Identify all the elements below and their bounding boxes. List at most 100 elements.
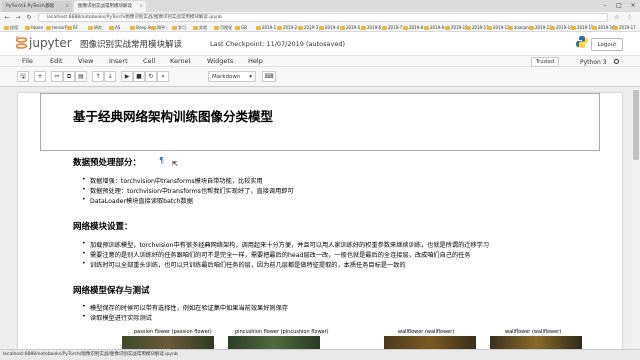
restart-icon[interactable]: ↻ <box>145 71 157 82</box>
add-cell-icon[interactable]: + <box>34 71 46 82</box>
folder-icon <box>256 26 261 30</box>
bookmark-item[interactable]: 2019-6 <box>361 24 381 31</box>
folder-icon <box>466 26 471 30</box>
menu-insert[interactable]: Insert <box>109 57 128 65</box>
status-bar: localhost:8888/notebooks/PyTorch/图像识别实战/… <box>0 349 640 360</box>
cell-type-select[interactable]: Markdown ▾ <box>208 71 256 82</box>
folder-icon <box>193 26 198 30</box>
logout-button[interactable]: Logout <box>591 38 623 51</box>
copy-icon[interactable]: ⧉ <box>63 71 75 82</box>
folder-icon <box>613 26 618 30</box>
bookmark-item[interactable]: hbase <box>25 24 43 31</box>
bookmark-item[interactable]: 2019-8 <box>403 24 423 31</box>
fast-forward-icon[interactable]: » <box>157 71 169 82</box>
flower-image <box>122 336 214 350</box>
python-logo-icon <box>576 36 588 48</box>
bookmark-item[interactable]: 2019-2 <box>277 24 297 31</box>
bookmark-item[interactable]: 2019-3 <box>298 24 318 31</box>
browser-tab-2[interactable]: 图像识别实战常用模块解读 × <box>74 1 146 12</box>
bookmark-item[interactable]: tensorFl <box>46 24 68 31</box>
section-heading: 网络模块设置： <box>73 222 133 232</box>
run-icon[interactable]: ▶ <box>121 71 133 82</box>
image-caption: passion flower (passion flower) <box>134 329 212 335</box>
stop-icon[interactable]: ■ <box>133 71 145 82</box>
bookmark-item[interactable]: 2019-4 <box>319 24 339 31</box>
bookmark-item[interactable]: 2019-15 <box>571 24 594 31</box>
menu-cell[interactable]: Cell <box>143 57 155 65</box>
url-input[interactable]: localhost:8888/notebooks/PyTorch/图像识别实战/… <box>38 13 608 22</box>
list-item: 训练时可以全部重头训练，也可以只训练最后咱们任务的层，因为前几层都是做特征提取的… <box>82 260 406 269</box>
menu-widgets[interactable]: Widgets <box>207 57 233 65</box>
anchor-link[interactable]: ¶ <box>159 156 164 165</box>
bookmark-item[interactable]: 学习 <box>172 24 186 31</box>
folder-icon <box>4 26 9 30</box>
image-caption: pincushion flower (pincushion flower) <box>235 329 329 335</box>
bookmark-item[interactable]: 知乎 <box>151 24 165 31</box>
folder-icon <box>130 26 135 30</box>
menu-help[interactable]: Help <box>248 57 263 65</box>
move-down-icon[interactable]: ↓ <box>104 71 116 82</box>
bookmark-item[interactable]: RF <box>67 24 78 31</box>
trusted-indicator[interactable]: Trusted <box>531 57 559 67</box>
menu-edit[interactable]: Edit <box>50 57 63 65</box>
menu-file[interactable]: File <box>22 57 33 65</box>
maximize-icon[interactable]: □ <box>612 0 626 12</box>
notebook-name[interactable]: 图像识别实战常用模块解读 <box>80 38 182 50</box>
mouse-cursor-icon: ⇱ <box>172 160 178 168</box>
folder-icon <box>529 26 534 30</box>
browser-tab-1[interactable]: PyTorch1-PyTorch基础 × <box>2 1 72 12</box>
cut-icon[interactable]: ✂ <box>51 71 63 82</box>
bookmark-item[interactable]: 2019-5 <box>340 24 360 31</box>
close-tab-icon[interactable]: × <box>65 1 69 12</box>
star-icon[interactable]: ☆ <box>612 12 622 23</box>
bookmark-item[interactable]: 2019-1 <box>256 24 276 31</box>
keyboard-icon[interactable]: ⌨ <box>262 71 276 82</box>
reload-icon[interactable]: ↻ <box>24 12 34 23</box>
jupyter-logo-text[interactable]: jupyter <box>29 36 72 50</box>
bookmark-item[interactable]: 2019-7 <box>382 24 402 31</box>
save-icon[interactable]: 🖫 <box>17 71 29 82</box>
list-item: DataLoader模块直接读取batch数据 <box>82 196 193 205</box>
minimize-icon[interactable]: – <box>598 0 612 12</box>
bookmark-item[interactable]: 应用 <box>4 24 18 31</box>
folder-icon <box>361 26 366 30</box>
list-item: 模型保存的时候可以带有选择性，例如在验证集中如果当前效果好则保存 <box>82 303 288 312</box>
list-item: 加载预训练模型，torchvision中有很多经典网络架构，调用起来十分方便，并… <box>82 240 489 249</box>
menu-kernel[interactable]: Kernel <box>170 57 190 65</box>
chevron-down-icon: ▾ <box>249 74 252 80</box>
bookmark-item[interactable]: 研究 <box>88 24 102 31</box>
close-tab-icon[interactable]: × <box>139 1 143 12</box>
folder-icon <box>25 26 30 30</box>
flower-image <box>228 336 320 350</box>
menu-view[interactable]: View <box>78 57 93 65</box>
bookmark-item[interactable]: 实验 <box>193 24 207 31</box>
bookmark-item[interactable]: GB <box>235 24 247 31</box>
close-window-icon[interactable]: × <box>626 0 640 12</box>
browser-menu-icon[interactable]: ⋮ <box>625 12 635 23</box>
folder-icon <box>214 26 219 30</box>
paste-icon[interactable]: ▤ <box>75 71 87 82</box>
folder-icon <box>571 26 576 30</box>
section-heading: 数据预处理部分： <box>73 158 142 168</box>
bookmark-item[interactable]: 2019-13 <box>529 24 552 31</box>
folder-icon <box>235 26 240 30</box>
kernel-name[interactable]: Python 3 <box>580 59 607 66</box>
bookmark-item[interactable]: 2019-10 <box>445 24 468 31</box>
bookmark-item[interactable]: AS <box>109 24 120 31</box>
scrollbar-thumb[interactable] <box>633 90 639 160</box>
folder-icon <box>340 26 345 30</box>
bookmark-item[interactable]: 2019-17 <box>613 24 636 31</box>
back-icon[interactable]: ← <box>2 12 12 23</box>
bookmark-item[interactable]: 2019-9 <box>424 24 444 31</box>
bookmark-item[interactable]: 2019-12 <box>487 24 510 31</box>
forward-icon[interactable]: → <box>13 12 23 23</box>
move-up-icon[interactable]: ↑ <box>92 71 104 82</box>
bookmark-item[interactable]: 2019-16 <box>592 24 615 31</box>
folder-icon <box>445 26 450 30</box>
folder-icon <box>319 26 324 30</box>
folder-icon <box>424 26 429 30</box>
bookmark-item[interactable]: 2019-11 <box>466 24 489 31</box>
bookmark-item[interactable]: 2019-14 <box>550 24 573 31</box>
jupyter-logo-icon[interactable] <box>16 36 27 50</box>
bookmark-item[interactable]: 可视化 <box>214 24 232 31</box>
